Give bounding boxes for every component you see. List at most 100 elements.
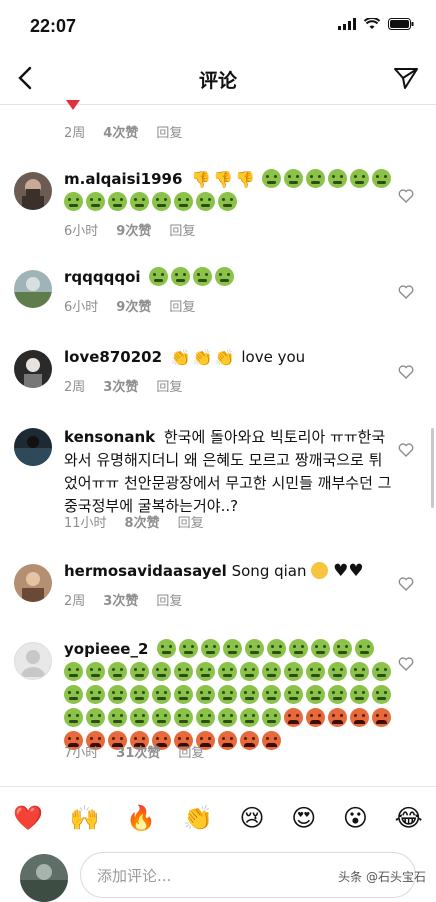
nauseated-face-icon — [196, 708, 215, 727]
nauseated-face-icon — [327, 169, 347, 188]
comment-text: m.alqaisi1996 👎 👎 👎 — [64, 168, 394, 214]
fire-icon[interactable]: 🔥 — [126, 804, 156, 832]
comment-text: kensonank 한국에 돌아와요 빅토리아 ㅠㅠ한국와서 유명해지더니 왜 … — [64, 426, 394, 518]
like-count[interactable]: 3次赞 — [103, 376, 138, 395]
nauseated-face-icon — [152, 662, 171, 681]
nauseated-face-icon — [349, 169, 369, 188]
nauseated-face-icon — [157, 639, 177, 658]
heart-eyes-icon[interactable]: 😍 — [291, 804, 316, 832]
avatar[interactable] — [14, 270, 52, 308]
nauseated-face-icon — [201, 639, 221, 658]
avatar[interactable] — [14, 564, 52, 602]
like-heart-icon[interactable] — [398, 364, 414, 380]
avatar[interactable] — [14, 350, 52, 388]
nauseated-face-icon — [306, 662, 325, 681]
comment-username[interactable]: hermosavidaasayel — [64, 562, 227, 580]
comment-username[interactable]: m.alqaisi1996 — [64, 170, 182, 188]
avatar[interactable] — [14, 172, 52, 210]
emoji-quick-bar: ❤️ 🙌 🔥 👏 😢 😍 😮 😂 — [0, 786, 436, 849]
comment-text: hermosavidaasayel Song qian ♥♥ — [64, 560, 394, 583]
like-count[interactable]: 9次赞 — [116, 296, 151, 315]
comment-item: hermosavidaasayel Song qian ♥♥ 2周 3次赞 回复 — [0, 560, 436, 610]
black-heart-icon: ♥ — [333, 561, 349, 581]
crying-face-icon[interactable]: 😢 — [240, 804, 265, 832]
send-icon[interactable] — [392, 64, 420, 92]
thumbs-down-icon: 👎 — [213, 170, 234, 189]
comment-time: 2周 — [64, 594, 86, 609]
comment-username[interactable]: yopieee_2 — [64, 640, 148, 658]
comment-item: kensonank 한국에 돌아와요 빅토리아 ㅠㅠ한국와서 유명해지더니 왜 … — [0, 426, 436, 531]
scrollbar[interactable] — [431, 428, 434, 508]
nauseated-face-icon — [355, 639, 375, 658]
nauseated-face-icon — [86, 192, 105, 211]
red-heart-icon[interactable]: ❤️ — [13, 804, 43, 832]
like-count[interactable]: 31次赞 — [116, 742, 160, 761]
comment-text: love870202 👏 👏 👏 love you — [64, 346, 394, 369]
nauseated-face-icon — [218, 662, 237, 681]
reply-button[interactable]: 回复 — [169, 220, 195, 239]
like-heart-icon[interactable] — [398, 656, 414, 672]
black-heart-icon: ♥ — [348, 561, 364, 581]
nauseated-face-icon — [86, 685, 105, 704]
nauseated-face-icon — [262, 685, 281, 704]
comment-time: 11小时 — [64, 516, 107, 531]
reply-button[interactable]: 回复 — [178, 742, 204, 761]
nauseated-face-icon — [108, 708, 127, 727]
like-heart-icon[interactable] — [398, 576, 414, 592]
nauseated-face-icon — [86, 708, 105, 727]
nauseated-face-icon — [196, 662, 215, 681]
nauseated-face-icon — [64, 685, 83, 704]
reply-button[interactable]: 回复 — [156, 376, 182, 395]
watermark: 头条 @石头宝石 — [338, 870, 426, 884]
nauseated-face-icon — [64, 708, 83, 727]
comment-text: yopieee_2 — [64, 638, 394, 753]
thumbs-down-icon: 👎 — [235, 170, 255, 189]
like-heart-icon[interactable] — [398, 442, 414, 458]
nav-bar: 评论 — [0, 52, 436, 105]
nauseated-face-icon — [174, 662, 193, 681]
like-heart-icon[interactable] — [398, 188, 414, 204]
nauseated-face-icon — [108, 662, 127, 681]
angry-face-icon — [218, 731, 237, 750]
comment-meta: 2周 3次赞 回复 — [64, 590, 182, 609]
nauseated-face-icon — [152, 708, 171, 727]
like-count[interactable]: 3次赞 — [103, 590, 138, 609]
thumbs-down-icon: 👎 — [191, 170, 212, 189]
avatar[interactable] — [14, 642, 52, 680]
like-count[interactable]: 4次赞 — [103, 122, 138, 141]
clapping-hands-icon[interactable]: 👏 — [183, 804, 213, 832]
surprised-face-icon[interactable]: 😮 — [343, 804, 368, 832]
comment-item: rqqqqqoi 6小时 9次赞 回复 — [0, 266, 436, 316]
nauseated-face-icon — [193, 267, 213, 286]
comment-time: 6小时 — [64, 224, 99, 239]
like-heart-icon[interactable] — [398, 284, 414, 300]
reply-button[interactable]: 回复 — [178, 512, 204, 531]
reply-button[interactable]: 回复 — [169, 296, 195, 315]
comment-username[interactable]: kensonank — [64, 428, 155, 446]
nauseated-face-icon — [245, 639, 265, 658]
comment-username[interactable]: rqqqqqoi — [64, 268, 141, 286]
nauseated-face-icon — [86, 662, 105, 681]
avatar[interactable] — [14, 428, 52, 466]
pleading-face-icon — [311, 562, 329, 579]
nauseated-face-icon — [328, 662, 347, 681]
heart-emoji-icon — [66, 100, 80, 110]
comment-time: 2周 — [64, 380, 86, 395]
nauseated-face-icon — [215, 267, 235, 286]
comment-meta: 6小时 9次赞 回复 — [64, 296, 195, 315]
clapping-hands-icon: 👏 — [170, 348, 191, 367]
like-count[interactable]: 8次赞 — [125, 512, 160, 531]
like-count[interactable]: 9次赞 — [116, 220, 151, 239]
nauseated-face-icon — [350, 685, 369, 704]
reply-button[interactable]: 回复 — [156, 122, 182, 141]
comment-partial: 2周 4次赞 回复 — [0, 100, 436, 144]
nauseated-face-icon — [262, 662, 281, 681]
comment-username[interactable]: love870202 — [64, 348, 162, 366]
status-time: 22:07 — [30, 16, 77, 36]
comment-item: m.alqaisi1996 👎 👎 👎 6小时 9次赞 回复 — [0, 168, 436, 239]
clapping-hands-icon: 👏 — [192, 348, 213, 367]
tears-of-joy-icon[interactable]: 😂 — [395, 804, 423, 832]
reply-button[interactable]: 回复 — [156, 590, 182, 609]
raising-hands-icon[interactable]: 🙌 — [70, 804, 100, 832]
comment-body: Song qian — [231, 562, 307, 580]
